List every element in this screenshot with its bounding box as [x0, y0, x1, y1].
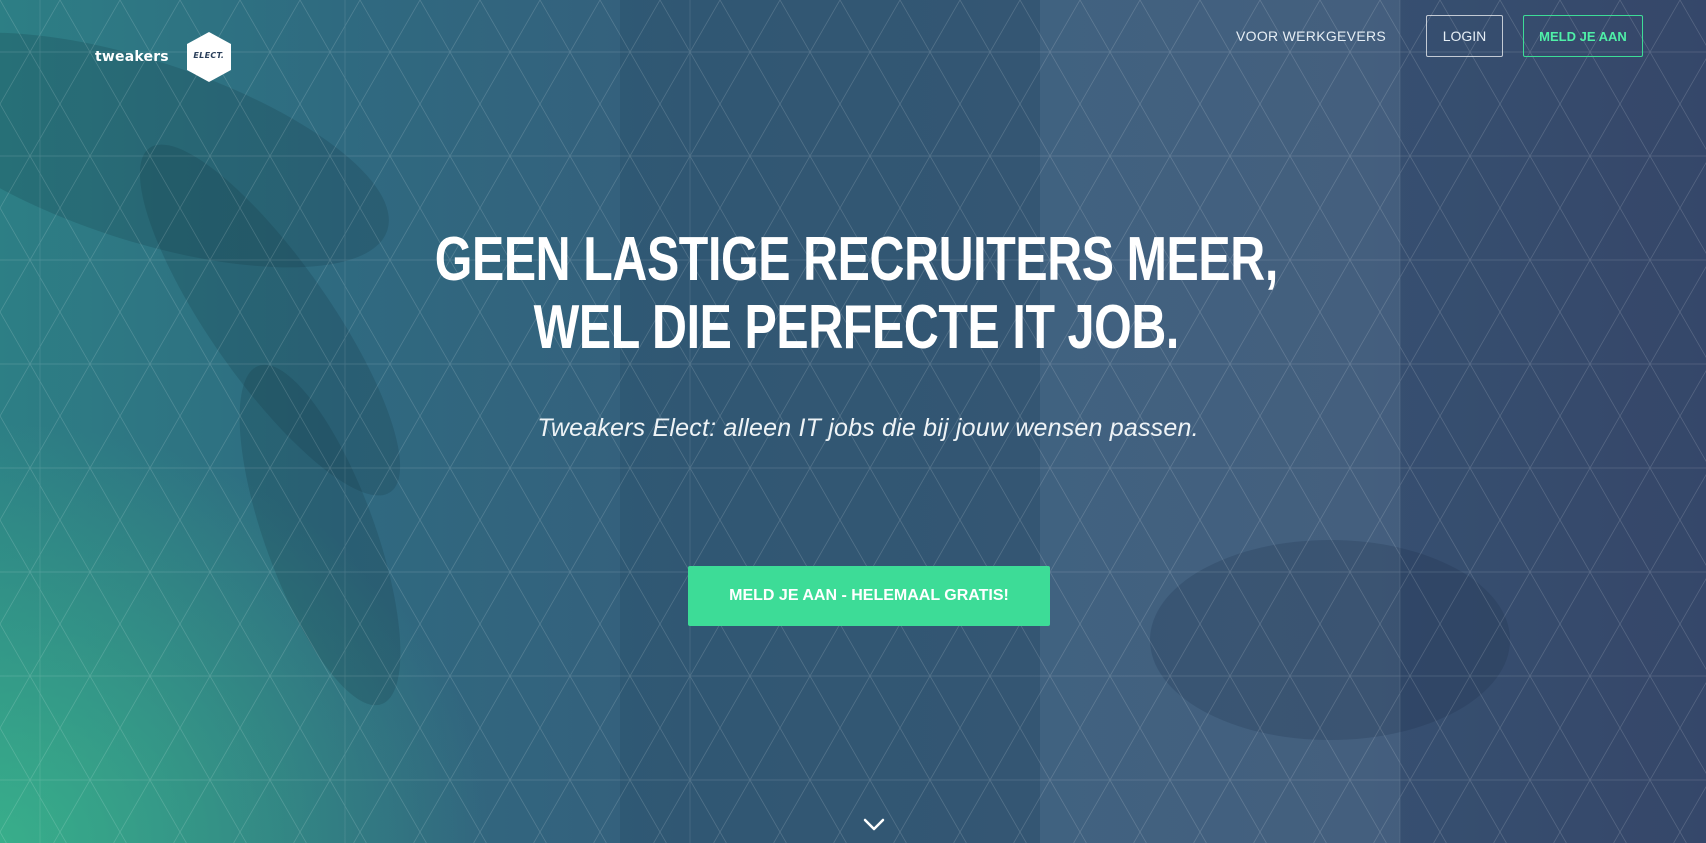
- brand-logo[interactable]: tweakers ELECT.: [95, 30, 234, 84]
- elect-badge-label: ELECT.: [193, 51, 225, 60]
- hexagon-icon: ELECT.: [184, 30, 234, 84]
- hero-subtitle: Tweakers Elect: alleen IT jobs die bij j…: [537, 414, 1199, 442]
- chevron-down-icon[interactable]: [862, 817, 886, 833]
- headline-line-1: Geen lastige recruiters meer,: [434, 225, 1279, 294]
- brand-name: tweakers: [95, 49, 169, 65]
- top-navigation: VOOR WERKGEVERS LOGIN MELD JE AAN: [1236, 15, 1643, 57]
- nav-link-employers[interactable]: VOOR WERKGEVERS: [1236, 28, 1386, 44]
- headline-line-2: wel die perfecte IT job.: [533, 293, 1180, 362]
- signup-free-button[interactable]: MELD JE AAN - HELEMAAL GRATIS!: [688, 566, 1050, 626]
- hero-headline: Geen lastige recruiters meer, wel die pe…: [191, 226, 1522, 362]
- signup-button[interactable]: MELD JE AAN: [1523, 15, 1643, 57]
- login-button[interactable]: LOGIN: [1426, 15, 1503, 57]
